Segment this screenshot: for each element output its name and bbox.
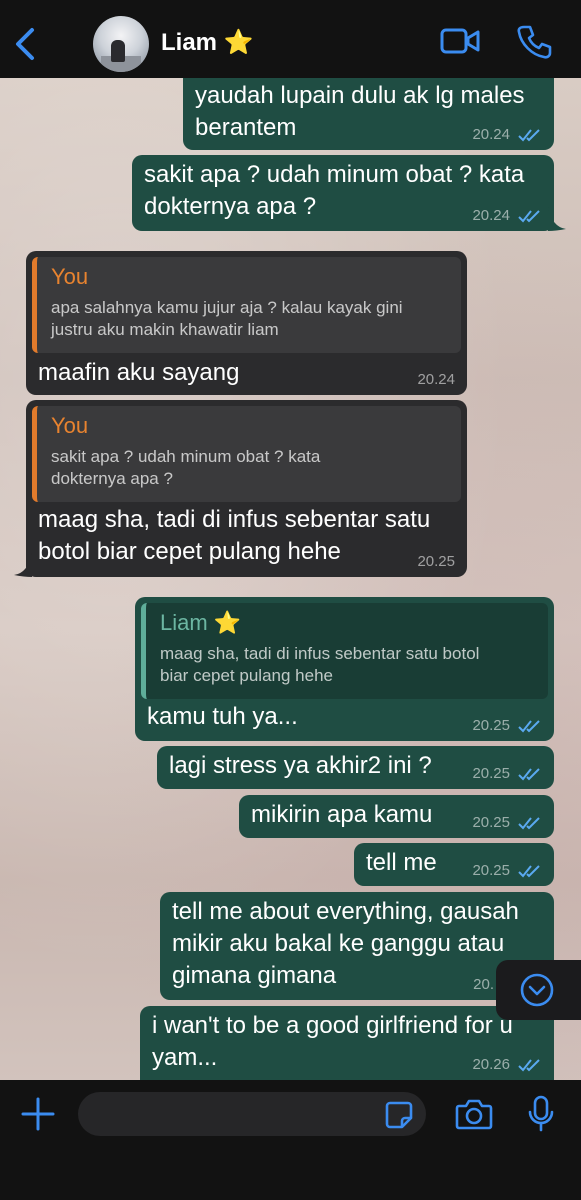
avatar[interactable] <box>93 16 149 72</box>
quote-text-line: apa salahnya kamu jujur aja ? kalau kaya… <box>51 298 403 317</box>
message-outgoing[interactable]: yaudah lupain dulu ak lg males berantem … <box>183 78 554 150</box>
double-check-icon <box>518 210 540 223</box>
message-text-line: botol biar cepet pulang hehe <box>38 538 341 565</box>
bubble-tail <box>548 207 566 231</box>
composer-bar <box>0 1080 581 1200</box>
message-text-line: sakit apa ? udah minum obat ? kata <box>144 161 525 188</box>
chat-header: Liam ⭐ <box>0 0 581 78</box>
message-incoming[interactable]: You sakit apa ? udah minum obat ? kata d… <box>26 400 467 577</box>
add-attachment-button[interactable] <box>20 1096 56 1137</box>
message-time: 20.25 <box>472 717 510 734</box>
quote-text: maag sha, tadi di infus sebentar satu bo… <box>160 643 479 687</box>
message-text-line: gimana gimana <box>172 962 337 989</box>
chevron-left-icon <box>16 28 34 60</box>
quote-text: sakit apa ? udah minum obat ? kata dokte… <box>51 446 320 490</box>
message-time: 20.25 <box>472 765 510 782</box>
back-button[interactable] <box>10 24 40 64</box>
bubble-tail <box>14 553 32 577</box>
camera-icon <box>455 1099 493 1130</box>
message-text-line: dokternya apa ? <box>144 193 317 220</box>
plus-icon <box>21 1097 55 1131</box>
message-time: 20. <box>473 976 494 993</box>
message-time: 20.25 <box>417 553 455 570</box>
message-text-line: lagi stress ya akhir2 ini ? <box>169 752 432 779</box>
sticker-button[interactable] <box>384 1100 414 1135</box>
sticker-icon <box>385 1101 413 1129</box>
message-outgoing[interactable]: tell me about everything, gausah mikir a… <box>160 892 554 1000</box>
message-text-line: tell me <box>366 849 437 876</box>
quote-text-line: biar cepet pulang hehe <box>160 666 333 685</box>
message-incoming[interactable]: You apa salahnya kamu jujur aja ? kalau … <box>26 251 467 395</box>
quote-author: Liam ⭐ <box>160 610 242 635</box>
message-outgoing[interactable]: Liam ⭐ maag sha, tadi di infus sebentar … <box>135 597 554 741</box>
camera-button[interactable] <box>455 1096 493 1137</box>
message-input[interactable] <box>78 1092 426 1136</box>
video-call-button[interactable] <box>440 24 480 63</box>
quote-text-line: maag sha, tadi di infus sebentar satu bo… <box>160 644 480 663</box>
message-text-line: yam... <box>152 1044 218 1071</box>
message-outgoing[interactable]: lagi stress ya akhir2 ini ? 20.25 <box>157 746 554 789</box>
message-text-line: kamu tuh ya... <box>147 703 298 730</box>
quote-text-line: justru aku makin khawatir liam <box>51 320 279 339</box>
avatar-photo-figure <box>111 40 125 62</box>
message-text-line: mikir aku bakal ke ganggu atau <box>172 930 505 957</box>
message-outgoing[interactable]: i wan't to be a good girlfriend for u ya… <box>140 1006 554 1080</box>
message-text-line: maafin aku sayang <box>38 359 240 386</box>
scroll-to-bottom-button[interactable] <box>496 960 581 1020</box>
double-check-icon <box>518 865 540 878</box>
double-check-icon <box>518 817 540 830</box>
double-check-icon <box>518 768 540 781</box>
contact-name[interactable]: Liam ⭐ <box>161 28 254 57</box>
message-text-line: mikirin apa kamu <box>251 801 433 828</box>
reply-quote[interactable]: You apa salahnya kamu jujur aja ? kalau … <box>32 257 461 353</box>
message-time: 20.24 <box>472 126 510 143</box>
quote-author: You <box>51 413 89 438</box>
voice-call-button[interactable] <box>516 24 552 65</box>
reply-quote[interactable]: You sakit apa ? udah minum obat ? kata d… <box>32 406 461 502</box>
microphone-icon <box>528 1095 554 1132</box>
message-text-line: i wan't to be a good girlfriend for u <box>152 1012 513 1039</box>
voice-message-button[interactable] <box>526 1094 556 1139</box>
chevron-down-circle-icon <box>520 973 554 1007</box>
message-time: 20.26 <box>472 1056 510 1073</box>
quote-text-line: dokternya apa ? <box>51 469 173 488</box>
quote-author: You <box>51 264 89 289</box>
double-check-icon <box>518 720 540 733</box>
quote-text-line: sakit apa ? udah minum obat ? kata <box>51 447 321 466</box>
message-outgoing[interactable]: sakit apa ? udah minum obat ? kata dokte… <box>132 155 554 231</box>
message-time: 20.25 <box>472 814 510 831</box>
message-time: 20.25 <box>472 862 510 879</box>
message-time: 20.24 <box>472 207 510 224</box>
double-check-icon <box>518 1059 540 1072</box>
message-outgoing[interactable]: mikirin apa kamu 20.25 <box>239 795 554 838</box>
message-text-line: maag sha, tadi di infus sebentar satu <box>38 506 431 533</box>
quote-text: apa salahnya kamu jujur aja ? kalau kaya… <box>51 297 403 341</box>
message-time: 20.24 <box>417 371 455 388</box>
message-outgoing[interactable]: tell me 20.25 <box>354 843 554 886</box>
phone-icon <box>517 25 552 59</box>
video-camera-icon <box>440 28 480 54</box>
reply-quote[interactable]: Liam ⭐ maag sha, tadi di infus sebentar … <box>141 603 548 699</box>
message-text-line: tell me about everything, gausah <box>172 898 519 925</box>
message-text-line: yaudah lupain dulu ak lg males <box>195 82 525 109</box>
double-check-icon <box>518 129 540 142</box>
